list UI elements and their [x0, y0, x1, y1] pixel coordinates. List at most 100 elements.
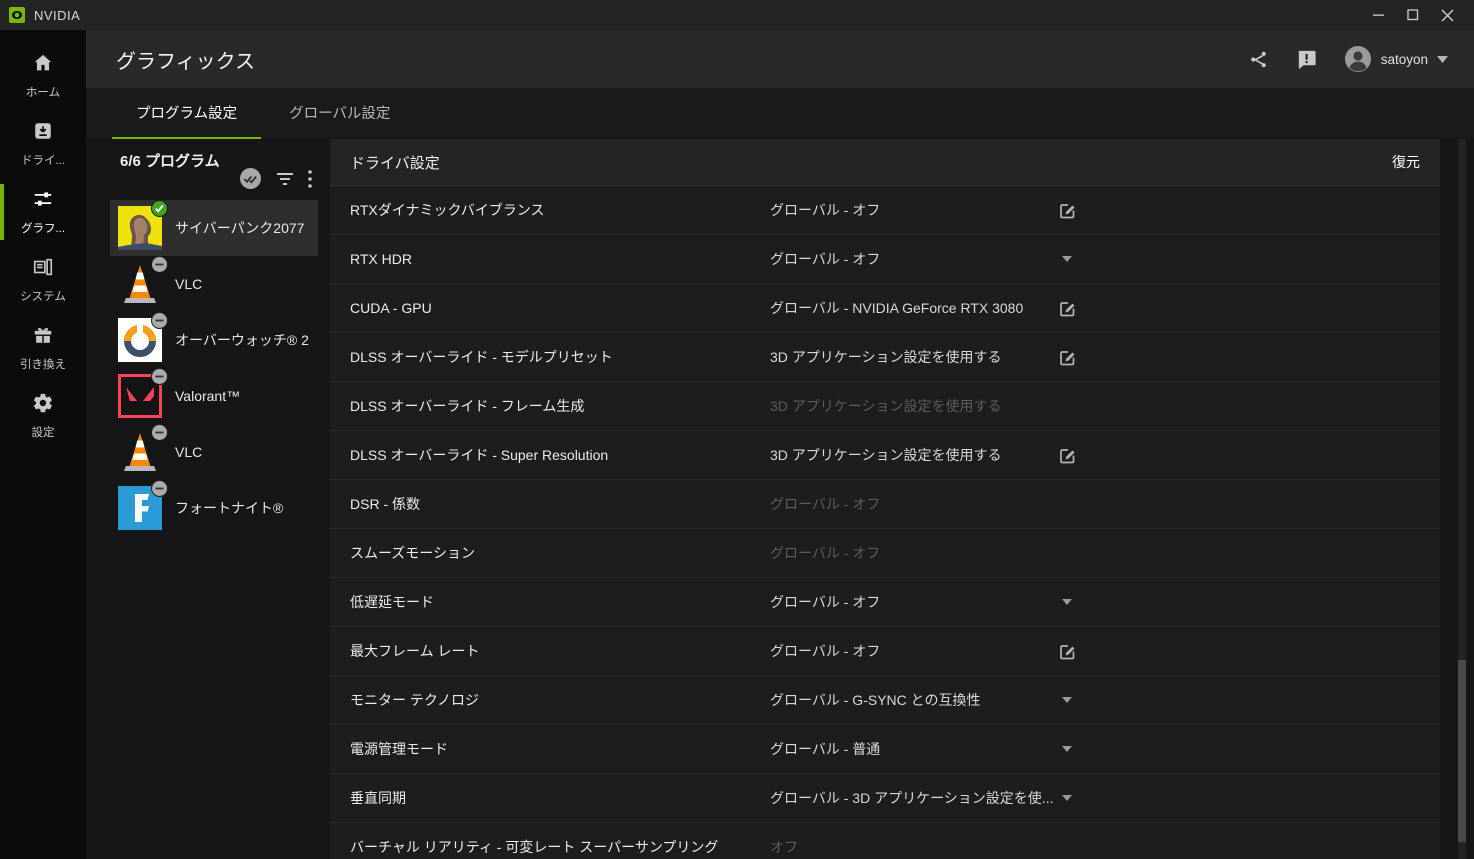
scrollbar-track[interactable] — [1458, 139, 1466, 859]
overwatch-thumbnail — [118, 318, 162, 362]
content: 6/6 プログラム サイバーパンク2077VLCオーバーウォッチ® 2Val — [86, 139, 1474, 859]
setting-row: DLSS オーバーライド - モデルプリセット3D アプリケーション設定を使用す… — [330, 333, 1440, 382]
kebab-menu-icon[interactable] — [308, 170, 312, 188]
sidebar-item-label: ドライ... — [21, 152, 65, 168]
setting-value[interactable]: グローバル - オフ — [770, 592, 1055, 612]
setting-value[interactable]: グローバル - NVIDIA GeForce RTX 3080 — [770, 298, 1055, 318]
setting-value[interactable]: グローバル - 3D アプリケーション設定を使... — [770, 788, 1055, 808]
setting-row: モニター テクノロジグローバル - G-SYNC との互換性 — [330, 676, 1440, 725]
close-icon[interactable] — [1430, 0, 1464, 30]
tab-global-settings[interactable]: グローバル設定 — [265, 88, 414, 139]
chevron-down-icon — [1437, 56, 1448, 63]
nvidia-app-window: NVIDIA ホームドライ... グラフ... システム引き換え設定 グラフィックス — [0, 0, 1474, 859]
setting-label: スムーズモーション — [350, 543, 770, 563]
sidebar-item-graphics[interactable]: グラフ... — [0, 180, 86, 244]
filter-icon[interactable] — [276, 172, 294, 186]
dropdown-chevron-icon[interactable] — [1055, 697, 1079, 703]
program-count: 6/6 プログラム — [120, 151, 224, 173]
program-item[interactable]: サイバーパンク2077 — [110, 200, 318, 256]
user-menu[interactable]: satoyon — [1344, 45, 1448, 73]
avatar — [1344, 45, 1372, 73]
valorant-thumbnail — [118, 374, 162, 418]
gear-icon — [32, 392, 54, 419]
program-name: Valorant™ — [175, 388, 240, 404]
maximize-icon[interactable] — [1396, 0, 1430, 30]
dropdown-chevron-icon[interactable] — [1055, 795, 1079, 801]
excluded-minus-icon — [151, 480, 168, 497]
user-name: satoyon — [1381, 52, 1428, 67]
page-title: グラフィックス — [116, 45, 255, 74]
program-name: VLC — [175, 444, 202, 460]
cyberpunk-thumbnail — [118, 206, 162, 250]
program-name: オーバーウォッチ® 2 — [175, 330, 309, 350]
setting-value[interactable]: 3D アプリケーション設定を使用する — [770, 347, 1055, 367]
driver-settings-panel: ドライバ設定 復元 RTXダイナミックバイブランスグローバル - オフRTX H… — [330, 139, 1440, 859]
edit-icon[interactable] — [1055, 642, 1079, 661]
edit-icon[interactable] — [1055, 201, 1079, 220]
setting-label: RTX HDR — [350, 251, 770, 267]
feedback-icon[interactable] — [1295, 48, 1318, 71]
setting-row: 低遅延モードグローバル - オフ — [330, 578, 1440, 627]
app-title: NVIDIA — [34, 8, 80, 23]
sidebar-item-redeem[interactable]: 引き換え — [0, 316, 86, 380]
sidebar-item-system[interactable]: システム — [0, 248, 86, 312]
setting-row: RTX HDRグローバル - オフ — [330, 235, 1440, 284]
sidebar-item-home[interactable]: ホーム — [0, 44, 86, 108]
select-all-check-icon[interactable] — [239, 167, 262, 190]
sliders-icon — [32, 188, 54, 215]
setting-value: 3D アプリケーション設定を使用する — [770, 396, 1055, 416]
scrollbar-thumb[interactable] — [1458, 660, 1466, 842]
dropdown-chevron-icon[interactable] — [1055, 599, 1079, 605]
setting-row: DLSS オーバーライド - フレーム生成3D アプリケーション設定を使用する — [330, 382, 1440, 431]
included-check-icon — [151, 200, 168, 217]
setting-value: グローバル - オフ — [770, 494, 1055, 514]
setting-label: DLSS オーバーライド - モデルプリセット — [350, 347, 770, 367]
setting-label: CUDA - GPU — [350, 300, 770, 316]
sidebar: ホームドライ... グラフ... システム引き換え設定 — [0, 30, 86, 859]
setting-value: グローバル - オフ — [770, 543, 1055, 563]
excluded-minus-icon — [151, 256, 168, 273]
sidebar-item-label: ホーム — [26, 84, 60, 100]
setting-value[interactable]: 3D アプリケーション設定を使用する — [770, 445, 1055, 465]
setting-value[interactable]: グローバル - オフ — [770, 641, 1055, 661]
setting-value: オフ — [770, 837, 1055, 857]
tab-program-settings[interactable]: プログラム設定 — [112, 88, 261, 139]
restore-button[interactable]: 復元 — [1392, 152, 1420, 172]
sidebar-item-settings[interactable]: 設定 — [0, 384, 86, 448]
setting-value[interactable]: グローバル - 普通 — [770, 739, 1055, 759]
edit-icon[interactable] — [1055, 299, 1079, 318]
vlc-thumbnail — [118, 262, 162, 306]
setting-row: バーチャル リアリティ - 可変レート スーパーサンプリングオフ — [330, 823, 1440, 859]
program-list-header: 6/6 プログラム — [110, 139, 318, 200]
nvidia-logo-icon — [9, 7, 25, 23]
tab-bar: プログラム設定 グローバル設定 — [86, 88, 1474, 139]
excluded-minus-icon — [151, 424, 168, 441]
edit-icon[interactable] — [1055, 348, 1079, 367]
setting-row: RTXダイナミックバイブランスグローバル - オフ — [330, 186, 1440, 235]
setting-value[interactable]: グローバル - オフ — [770, 200, 1055, 220]
program-item[interactable]: フォートナイト® — [110, 480, 318, 536]
edit-icon[interactable] — [1055, 446, 1079, 465]
setting-label: DSR - 係数 — [350, 494, 770, 514]
sidebar-item-drivers[interactable]: ドライ... — [0, 112, 86, 176]
program-list-panel: 6/6 プログラム サイバーパンク2077VLCオーバーウォッチ® 2Val — [86, 139, 330, 859]
program-item[interactable]: VLC — [110, 256, 318, 312]
window-controls — [1362, 0, 1464, 30]
main-area: グラフィックス satoyon — [86, 30, 1474, 859]
program-item[interactable]: オーバーウォッチ® 2 — [110, 312, 318, 368]
dropdown-chevron-icon[interactable] — [1055, 256, 1079, 262]
setting-value[interactable]: グローバル - オフ — [770, 249, 1055, 269]
dropdown-chevron-icon[interactable] — [1055, 746, 1079, 752]
program-item[interactable]: Valorant™ — [110, 368, 318, 424]
minimize-icon[interactable] — [1362, 0, 1396, 30]
share-icon[interactable] — [1248, 49, 1269, 70]
setting-label: RTXダイナミックバイブランス — [350, 200, 770, 220]
titlebar: NVIDIA — [0, 0, 1474, 30]
setting-value[interactable]: グローバル - G-SYNC との互換性 — [770, 690, 1055, 710]
driver-settings-header: ドライバ設定 復元 — [330, 139, 1440, 186]
sidebar-item-label: グラフ... — [21, 220, 65, 236]
setting-label: 低遅延モード — [350, 592, 770, 612]
program-item[interactable]: VLC — [110, 424, 318, 480]
excluded-minus-icon — [151, 312, 168, 329]
sidebar-item-label: システム — [20, 288, 66, 304]
